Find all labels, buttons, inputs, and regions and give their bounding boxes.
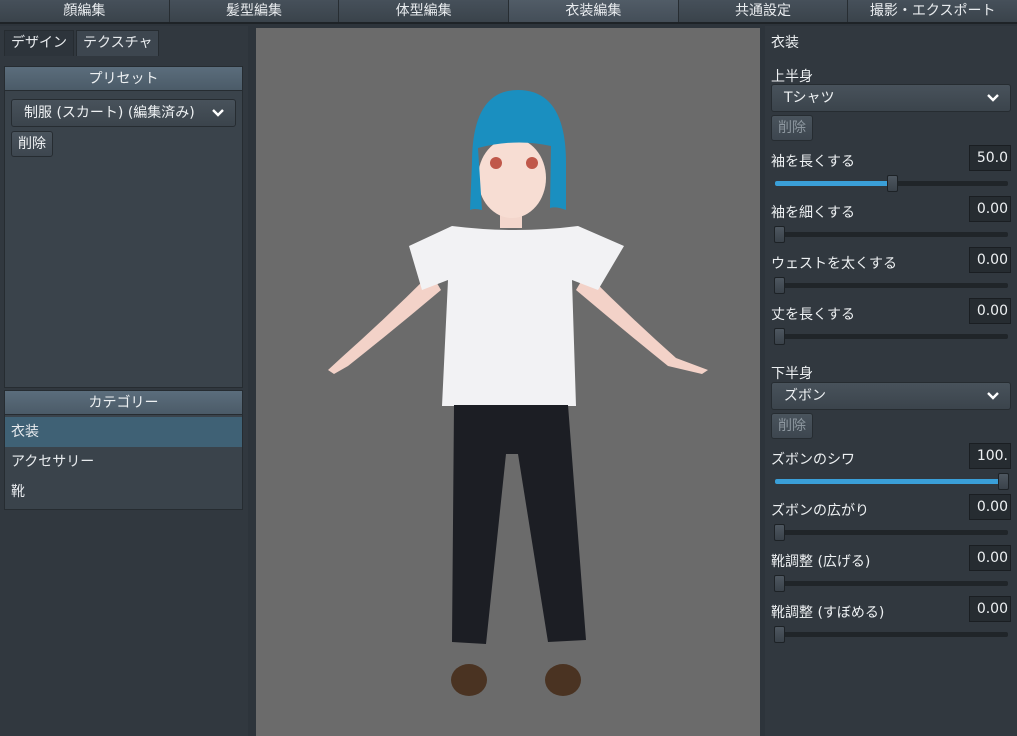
slider-label: ズボンの広がり (771, 503, 869, 519)
slider-thumb[interactable] (774, 328, 785, 345)
slider-value-input[interactable]: 0.00 (969, 298, 1011, 324)
lower-body-dropdown[interactable]: ズボン (771, 382, 1011, 410)
right-panel: 衣装 上半身 Tシャツ 削除 袖を長くする 50.0 袖を細くする 0.00 ウ… (765, 26, 1017, 736)
tab-costume-edit[interactable]: 衣装編集 (509, 0, 679, 22)
upper-body-selected: Tシャツ (784, 90, 835, 106)
preset-section: プリセット 制服 (スカート) (編集済み) 削除 (4, 66, 243, 388)
slider-thumb[interactable] (774, 626, 785, 643)
slider-thumb[interactable] (998, 473, 1009, 490)
slider-value-input[interactable]: 0.00 (969, 196, 1011, 222)
character-model (328, 90, 708, 696)
slider-label: 袖を細くする (771, 205, 855, 221)
upper-body-delete-button[interactable]: 削除 (771, 115, 813, 141)
slider-thumb[interactable] (774, 226, 785, 243)
category-section: カテゴリー 衣装 アクセサリー 靴 (4, 390, 243, 510)
category-header: カテゴリー (5, 391, 242, 415)
slider-track[interactable] (774, 328, 1008, 345)
upper-body-dropdown[interactable]: Tシャツ (771, 84, 1011, 112)
slider-label: ウェストを太くする (771, 256, 897, 272)
slider-track[interactable] (774, 524, 1008, 541)
chevron-down-icon (986, 85, 1000, 120)
top-tab-bar: 顔編集 髪型編集 体型編集 衣装編集 共通設定 撮影・エクスポート (0, 0, 1017, 24)
chevron-down-icon (211, 100, 225, 135)
category-item-shoes[interactable]: 靴 (5, 477, 242, 507)
subtab-texture[interactable]: テクスチャ (76, 30, 160, 56)
tab-photo-export[interactable]: 撮影・エクスポート (848, 0, 1017, 22)
slider-label: ズボンのシワ (771, 452, 855, 468)
category-item-accessory[interactable]: アクセサリー (5, 447, 242, 477)
3d-viewport[interactable] (256, 28, 760, 736)
subtab-design[interactable]: デザイン (4, 30, 74, 56)
lower-body-selected: ズボン (784, 388, 826, 404)
tab-common-settings[interactable]: 共通設定 (678, 0, 849, 22)
slider-track[interactable] (775, 473, 1009, 490)
category-item-costume[interactable]: 衣装 (5, 417, 242, 447)
tab-body-edit[interactable]: 体型編集 (339, 0, 510, 22)
slider-value-input[interactable]: 0.00 (969, 247, 1011, 273)
slider-track[interactable] (774, 226, 1008, 243)
chevron-down-icon (986, 383, 1000, 418)
panel-title: 衣装 (771, 35, 799, 51)
slider-thumb[interactable] (886, 175, 898, 192)
upper-body-label: 上半身 (771, 69, 813, 85)
slider-thumb[interactable] (774, 575, 785, 592)
slider-label: 丈を長くする (771, 307, 855, 323)
slider-value-input[interactable]: 50.0 (969, 145, 1011, 171)
tab-face-edit[interactable]: 顔編集 (0, 0, 170, 22)
slider-value-input[interactable]: 0.00 (969, 545, 1011, 571)
slider-value-input[interactable]: 100. (969, 443, 1011, 469)
slider-label: 袖を長くする (771, 154, 855, 170)
lower-body-label: 下半身 (771, 366, 813, 382)
lower-body-delete-button[interactable]: 削除 (771, 413, 813, 439)
left-panel: デザイン テクスチャ プリセット 制服 (スカート) (編集済み) 削除 カテゴ… (0, 26, 248, 736)
tab-hair-edit[interactable]: 髪型編集 (169, 0, 340, 22)
category-list: 衣装 アクセサリー 靴 (5, 417, 242, 507)
preset-selected: 制服 (スカート) (編集済み) (24, 105, 195, 121)
sub-tabs: デザイン テクスチャ (4, 30, 161, 56)
preset-header: プリセット (5, 67, 242, 91)
slider-thumb[interactable] (774, 277, 785, 294)
slider-track[interactable] (774, 277, 1008, 294)
slider-value-input[interactable]: 0.00 (969, 596, 1011, 622)
preset-dropdown[interactable]: 制服 (スカート) (編集済み) (11, 99, 236, 127)
slider-track[interactable] (774, 626, 1008, 643)
slider-value-input[interactable]: 0.00 (969, 494, 1011, 520)
slider-thumb[interactable] (774, 524, 785, 541)
slider-label: 靴調整 (すぼめる) (771, 605, 885, 621)
slider-track[interactable] (775, 175, 1008, 192)
slider-track[interactable] (774, 575, 1008, 592)
preset-delete-button[interactable]: 削除 (11, 131, 53, 157)
slider-label: 靴調整 (広げる) (771, 554, 871, 570)
